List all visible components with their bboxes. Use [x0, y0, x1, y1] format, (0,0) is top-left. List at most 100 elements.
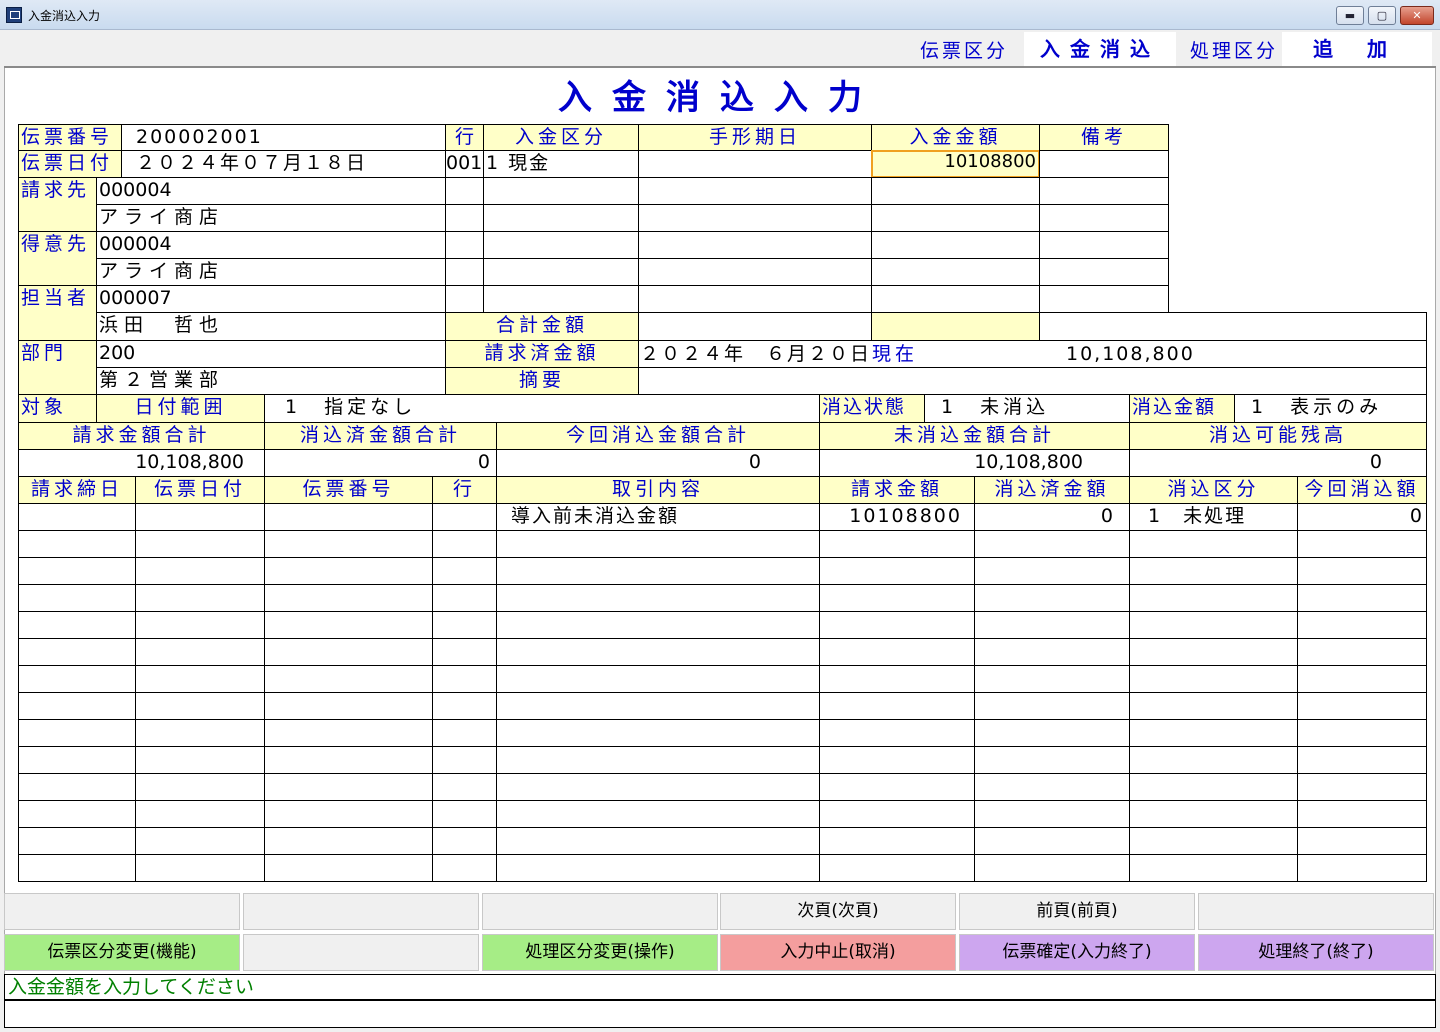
empty-line-nyukin-kubun-cell[interactable]: [483, 258, 639, 286]
detail-empty-cell[interactable]: [1129, 827, 1298, 855]
detail-empty-cell: [264, 692, 433, 720]
tokui-code-field[interactable]: 000004: [96, 231, 446, 259]
empty-line-tegata-date-cell[interactable]: [638, 204, 872, 232]
empty-line-nyukin-kubun-cell[interactable]: [483, 285, 639, 313]
empty-line-nyukin-amount-cell[interactable]: [871, 204, 1040, 232]
empty-line-biko-cell[interactable]: [1039, 285, 1169, 313]
page-title: 入金消込入力: [558, 78, 882, 118]
tekiyo-field[interactable]: [638, 367, 1427, 395]
empty-line-nyukin-amount-cell[interactable]: [871, 258, 1040, 286]
detail-empty-cell: [819, 611, 975, 639]
line-biko-field[interactable]: [1039, 150, 1169, 178]
date-range-label: 日付範囲: [96, 394, 265, 423]
detail-empty-cell[interactable]: [1297, 854, 1427, 882]
detail-empty-cell: [18, 773, 136, 801]
next-page-button[interactable]: 次頁(次頁): [720, 893, 956, 930]
bumon-code-field[interactable]: 200: [96, 340, 446, 368]
detail-cell-konkai-keshikomi[interactable]: 0: [1297, 503, 1427, 531]
detail-empty-cell[interactable]: [1297, 719, 1427, 747]
detail-empty-cell: [432, 638, 497, 666]
detail-empty-cell[interactable]: [1297, 692, 1427, 720]
line-tegata-date-field[interactable]: [638, 150, 872, 178]
detail-empty-cell[interactable]: [1297, 773, 1427, 801]
close-button[interactable]: ✕: [1400, 6, 1434, 25]
seikyu-code-field[interactable]: 000004: [96, 177, 446, 205]
fkey-8[interactable]: [243, 934, 479, 971]
end-process-button[interactable]: 処理終了(終了): [1198, 934, 1434, 971]
seikyuzumi-date: ２０２４年 ６月２０日: [640, 343, 872, 365]
detail-empty-cell[interactable]: [1129, 854, 1298, 882]
detail-empty-cell: [264, 530, 433, 558]
goukei-amount: [871, 312, 1040, 341]
empty-line-biko-cell[interactable]: [1039, 177, 1169, 205]
totals-header-konkai: 今回消込金額合計: [496, 422, 820, 450]
tanto-code-field[interactable]: 000007: [96, 285, 446, 313]
cancel-input-button[interactable]: 入力中止(取消): [720, 934, 956, 971]
empty-line-nyukin-kubun-cell[interactable]: [483, 204, 639, 232]
fkey-1[interactable]: [4, 893, 240, 930]
tokui-name: アライ商店: [96, 258, 446, 286]
empty-line-tegata-date-cell[interactable]: [638, 177, 872, 205]
empty-line-tegata-date-cell[interactable]: [638, 231, 872, 259]
minimize-button[interactable]: ▬: [1336, 6, 1364, 25]
detail-empty-cell[interactable]: [1297, 584, 1427, 612]
detail-empty-cell: [819, 584, 975, 612]
detail-empty-cell: [18, 611, 136, 639]
detail-cell-keshikomi-kubun[interactable]: 1 未処理: [1129, 503, 1298, 531]
detail-empty-cell[interactable]: [1129, 719, 1298, 747]
detail-empty-cell[interactable]: [1129, 584, 1298, 612]
empty-line-tegata-date-cell[interactable]: [638, 258, 872, 286]
denpyo-kubun-change-button[interactable]: 伝票区分変更(機能): [4, 934, 240, 971]
prev-page-button[interactable]: 前頁(前頁): [959, 893, 1195, 930]
detail-empty-cell: [432, 773, 497, 801]
detail-empty-cell[interactable]: [1297, 800, 1427, 828]
detail-empty-cell: [496, 638, 820, 666]
fkey-2[interactable]: [243, 893, 479, 930]
detail-empty-cell[interactable]: [1297, 827, 1427, 855]
detail-empty-cell: [18, 746, 136, 774]
denpyo-date-field[interactable]: ２０２４年０７月１８日: [121, 150, 446, 178]
confirm-denpyo-button[interactable]: 伝票確定(入力終了): [959, 934, 1195, 971]
denpyo-no-field[interactable]: 200002001: [121, 124, 446, 151]
keshikomi-state-field[interactable]: 1 未消込: [924, 394, 1130, 423]
detail-empty-cell[interactable]: [1297, 611, 1427, 639]
maximize-button[interactable]: ▢: [1368, 6, 1396, 25]
detail-empty-cell[interactable]: [1129, 611, 1298, 639]
detail-empty-cell[interactable]: [1129, 746, 1298, 774]
detail-empty-cell[interactable]: [1129, 530, 1298, 558]
empty-line-nyukin-kubun-cell[interactable]: [483, 231, 639, 259]
detail-empty-cell[interactable]: [1129, 665, 1298, 693]
detail-empty-cell[interactable]: [1297, 665, 1427, 693]
totals-header-zandaka: 消込可能残高: [1129, 422, 1427, 450]
keshikomi-amount-field[interactable]: 1 表示のみ: [1234, 394, 1427, 423]
empty-line-biko-cell[interactable]: [1039, 231, 1169, 259]
detail-empty-cell[interactable]: [1129, 557, 1298, 585]
line-nyukin-kubun-field[interactable]: 1 現金: [483, 150, 639, 178]
detail-empty-cell: [496, 692, 820, 720]
detail-empty-cell[interactable]: [1297, 557, 1427, 585]
detail-empty-cell[interactable]: [1129, 800, 1298, 828]
detail-empty-cell[interactable]: [1129, 773, 1298, 801]
detail-empty-cell[interactable]: [1297, 746, 1427, 774]
detail-empty-cell: [264, 638, 433, 666]
shori-kubun-change-button[interactable]: 処理区分変更(操作): [482, 934, 718, 971]
fkey-6[interactable]: [1198, 893, 1434, 930]
totals-value-konkai: 0: [496, 449, 820, 477]
detail-header-row: 行: [432, 476, 497, 504]
fkey-3[interactable]: [482, 893, 718, 930]
line-nyukin-amount-input[interactable]: 10108800: [871, 150, 1040, 178]
detail-empty-cell[interactable]: [1297, 638, 1427, 666]
date-range-field[interactable]: 1 指定なし: [264, 394, 820, 423]
empty-line-nyukin-kubun-cell[interactable]: [483, 177, 639, 205]
lines-header-nyukin-amount: 入金金額: [871, 124, 1040, 151]
empty-line-nyukin-amount-cell[interactable]: [871, 177, 1040, 205]
empty-line-biko-cell[interactable]: [1039, 258, 1169, 286]
empty-line-nyukin-amount-cell[interactable]: [871, 285, 1040, 313]
detail-header-denpyo-date: 伝票日付: [135, 476, 265, 504]
detail-empty-cell[interactable]: [1129, 638, 1298, 666]
empty-line-tegata-date-cell[interactable]: [638, 285, 872, 313]
empty-line-biko-cell[interactable]: [1039, 204, 1169, 232]
detail-empty-cell[interactable]: [1129, 692, 1298, 720]
empty-line-nyukin-amount-cell[interactable]: [871, 231, 1040, 259]
detail-empty-cell[interactable]: [1297, 530, 1427, 558]
